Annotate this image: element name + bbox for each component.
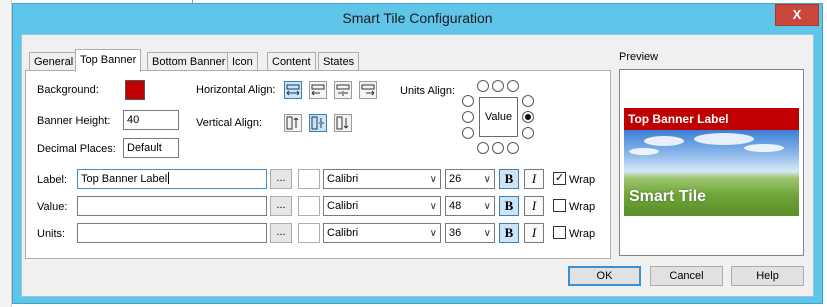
tile-top-banner: Top Banner Label: [624, 108, 799, 130]
units-browse-button[interactable]: ...: [270, 223, 292, 243]
banner-height-label: Banner Height:: [37, 115, 111, 127]
tile-title: Smart Tile: [629, 188, 707, 205]
label-italic-button[interactable]: I: [524, 169, 544, 189]
align-right-icon[interactable]: [359, 81, 377, 99]
units-text-input[interactable]: [77, 223, 267, 243]
units-align-bottom-left[interactable]: [477, 142, 489, 154]
units-font-value: Calibri: [327, 227, 359, 239]
background-window: [0, 0, 12, 307]
units-wrap-label: Wrap: [569, 228, 596, 240]
units-align-bottom-center[interactable]: [492, 142, 504, 154]
units-color-button[interactable]: [298, 223, 320, 243]
units-bold-button[interactable]: B: [499, 223, 519, 243]
value-browse-button[interactable]: ...: [270, 196, 292, 216]
align-bottom-icon[interactable]: [334, 114, 352, 132]
align-middle-icon[interactable]: [309, 114, 327, 132]
label-font-select[interactable]: Calibri ∨: [323, 169, 441, 189]
align-stretch-icon[interactable]: [284, 81, 302, 99]
chevron-down-icon: ∨: [483, 228, 491, 239]
chevron-down-icon: ∨: [483, 201, 491, 212]
units-align-right-bottom[interactable]: [522, 127, 534, 139]
label-size-select[interactable]: 26 ∨: [445, 169, 495, 189]
units-wrap-checkbox[interactable]: [553, 226, 566, 239]
chevron-down-icon: ∨: [429, 228, 437, 239]
top-banner-panel: Background: Banner Height: 40 Decimal Pl…: [25, 70, 611, 259]
value-bold-button[interactable]: B: [499, 196, 519, 216]
label-wrap-checkbox[interactable]: ✓: [553, 172, 566, 185]
value-wrap-checkbox[interactable]: [553, 199, 566, 212]
units-align-right-middle[interactable]: [522, 111, 534, 123]
horizontal-align-label: Horizontal Align:: [196, 84, 276, 96]
units-size-value: 36: [449, 227, 462, 239]
background-label: Background:: [37, 84, 99, 96]
value-color-button[interactable]: [298, 196, 320, 216]
units-row-label: Units:: [37, 228, 66, 240]
value-size-value: 48: [449, 200, 462, 212]
chevron-down-icon: ∨: [429, 174, 437, 185]
tab-general[interactable]: General: [29, 52, 79, 71]
label-size-value: 26: [449, 173, 462, 185]
tab-bottom-banner[interactable]: Bottom Banner: [147, 52, 231, 71]
text-caret: [168, 172, 170, 184]
units-align-label: Units Align:: [400, 85, 456, 97]
title-bar: Smart Tile Configuration X: [13, 4, 822, 34]
chevron-down-icon: ∨: [429, 201, 437, 212]
cancel-button[interactable]: Cancel: [650, 266, 723, 286]
preview-frame: Top Banner Label Smart Tile: [619, 69, 804, 256]
units-size-select[interactable]: 36 ∨: [445, 223, 495, 243]
vertical-align-label: Vertical Align:: [196, 117, 263, 129]
tab-icon[interactable]: Icon: [227, 52, 258, 71]
units-align-right-top[interactable]: [522, 95, 534, 107]
align-left-icon[interactable]: [309, 81, 327, 99]
ok-button[interactable]: OK: [568, 266, 641, 286]
close-icon: X: [792, 7, 802, 22]
value-wrap-label: Wrap: [569, 201, 596, 213]
label-row-label: Label:: [37, 174, 67, 186]
label-text-input[interactable]: Top Banner Label: [77, 169, 267, 189]
value-row-label: Value:: [37, 201, 68, 213]
close-button[interactable]: X: [775, 4, 819, 26]
align-center-icon[interactable]: [334, 81, 352, 99]
label-color-button[interactable]: [298, 169, 320, 189]
units-align-left-bottom[interactable]: [462, 127, 474, 139]
label-wrap-label: Wrap: [569, 174, 596, 186]
value-italic-button[interactable]: I: [524, 196, 544, 216]
preview-label: Preview: [619, 51, 659, 63]
dialog-title: Smart Tile Configuration: [342, 10, 493, 26]
tab-top-banner[interactable]: Top Banner: [75, 49, 142, 72]
decimal-places-label: Decimal Places:: [37, 143, 116, 155]
units-align-top-center[interactable]: [492, 80, 504, 92]
label-browse-button[interactable]: ...: [270, 169, 292, 189]
units-font-select[interactable]: Calibri ∨: [323, 223, 441, 243]
value-size-select[interactable]: 48 ∨: [445, 196, 495, 216]
chevron-down-icon: ∨: [483, 174, 491, 185]
label-font-value: Calibri: [327, 173, 359, 185]
value-font-value: Calibri: [327, 200, 359, 212]
units-align-bottom-right[interactable]: [507, 142, 519, 154]
dialog-window: Smart Tile Configuration X General Top B…: [12, 3, 823, 304]
units-align-left-top[interactable]: [462, 95, 474, 107]
tab-content[interactable]: Content: [267, 52, 316, 71]
units-align-top-right[interactable]: [507, 80, 519, 92]
background-color-swatch[interactable]: [125, 80, 145, 100]
units-align-left-middle[interactable]: [462, 111, 474, 123]
label-bold-button[interactable]: B: [499, 169, 519, 189]
decimal-places-input[interactable]: Default: [123, 138, 179, 158]
align-top-icon[interactable]: [284, 114, 302, 132]
value-text-input[interactable]: [77, 196, 267, 216]
banner-height-input[interactable]: 40: [123, 110, 179, 130]
value-font-select[interactable]: Calibri ∨: [323, 196, 441, 216]
tab-states[interactable]: States: [318, 52, 360, 71]
units-align-top-left[interactable]: [477, 80, 489, 92]
label-text-value: Top Banner Label: [81, 173, 168, 185]
units-italic-button[interactable]: I: [524, 223, 544, 243]
smart-tile-preview: Top Banner Label Smart Tile: [624, 108, 799, 216]
help-button[interactable]: Help: [731, 266, 804, 286]
units-align-preview: Value: [479, 97, 518, 137]
dialog-client: General Top Banner Bottom Banner Icon Co…: [21, 34, 814, 297]
